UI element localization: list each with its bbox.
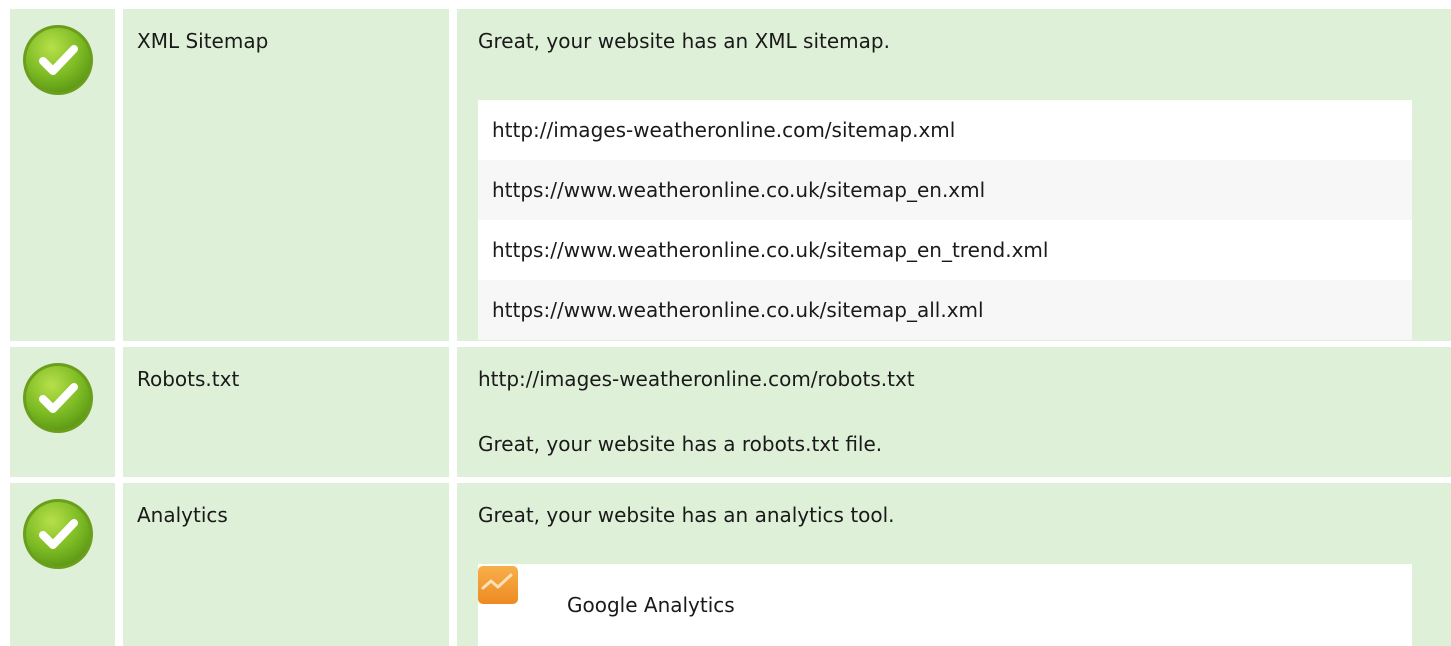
sitemap-list: http://images-weatheronline.com/sitemap.… xyxy=(478,100,1412,340)
status-cell xyxy=(10,347,115,477)
robots-url: http://images-weatheronline.com/robots.t… xyxy=(478,367,915,391)
result-message: Great, your website has a robots.txt fil… xyxy=(478,432,883,456)
analytics-tool-item: Google Analytics xyxy=(478,564,1412,646)
factor-cell: Analytics xyxy=(123,483,449,646)
result-cell: http://images-weatheronline.com/robots.t… xyxy=(457,347,1451,477)
result-cell: Great, your website has an XML sitemap. … xyxy=(457,9,1451,341)
google-analytics-icon xyxy=(478,566,518,604)
result-message: Great, your website has an analytics too… xyxy=(478,503,895,527)
status-cell xyxy=(10,483,115,646)
analytics-tool-name: Google Analytics xyxy=(567,593,735,617)
check-row-robots-txt: Robots.txt http://images-weatheronline.c… xyxy=(10,347,1451,477)
factor-cell: XML Sitemap xyxy=(123,9,449,341)
status-cell xyxy=(10,9,115,341)
sitemap-url: https://www.weatheronline.co.uk/sitemap_… xyxy=(478,220,1412,280)
factor-label: Robots.txt xyxy=(137,367,240,391)
factor-label: XML Sitemap xyxy=(137,29,269,53)
sitemap-url: https://www.weatheronline.co.uk/sitemap_… xyxy=(478,280,1412,340)
check-circle-icon xyxy=(23,499,93,569)
check-circle-icon xyxy=(23,25,93,95)
factor-cell: Robots.txt xyxy=(123,347,449,477)
check-row-analytics: Analytics Great, your website has an ana… xyxy=(10,483,1451,646)
result-cell: Great, your website has an analytics too… xyxy=(457,483,1451,646)
sitemap-url: http://images-weatheronline.com/sitemap.… xyxy=(478,100,1412,160)
factor-label: Analytics xyxy=(137,503,228,527)
sitemap-url: https://www.weatheronline.co.uk/sitemap_… xyxy=(478,160,1412,220)
seo-checklist: XML Sitemap Great, your website has an X… xyxy=(0,0,1451,646)
check-row-xml-sitemap: XML Sitemap Great, your website has an X… xyxy=(10,9,1451,341)
result-message: Great, your website has an XML sitemap. xyxy=(478,29,890,53)
check-circle-icon xyxy=(23,363,93,433)
